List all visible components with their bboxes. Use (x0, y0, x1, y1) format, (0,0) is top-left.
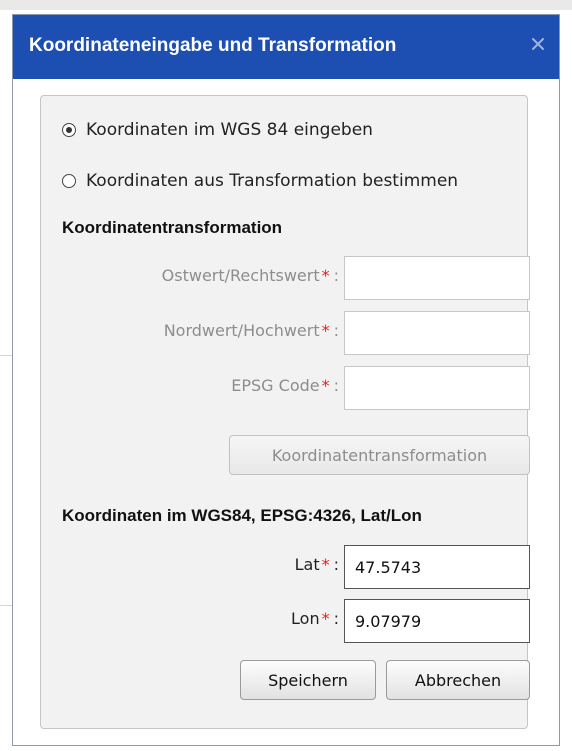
save-button[interactable]: Speichern (240, 660, 376, 700)
lon-label: Lon *: (291, 609, 339, 628)
ostwert-field-row: Ostwert/Rechtswert *: (41, 256, 530, 300)
lat-label: Lat *: (294, 555, 339, 574)
nordwert-label: Nordwert/Hochwert *: (163, 321, 339, 340)
required-marker: * (321, 266, 330, 285)
transformation-heading: Koordinatentransformation (62, 218, 283, 237)
required-marker: * (321, 376, 330, 395)
close-button[interactable] (527, 33, 549, 55)
epsg-label: EPSG Code *: (231, 376, 339, 395)
radio-wgs84-input[interactable]: Koordinaten im WGS 84 eingeben (62, 120, 373, 140)
wgs84-heading: Koordinaten im WGS84, EPSG:4326, Lat/Lon (62, 506, 422, 525)
lat-input[interactable] (344, 545, 530, 589)
lon-input[interactable] (344, 599, 530, 643)
lon-field-row: Lon *: (41, 599, 530, 643)
transformation-dialog: Koordinateneingabe und Transformation Ko… (12, 14, 560, 746)
radio-dot-icon (66, 127, 72, 133)
nordwert-input[interactable] (344, 311, 530, 355)
radio-button-selected[interactable] (62, 123, 76, 137)
background-strip (0, 0, 572, 10)
required-marker: * (321, 555, 330, 574)
dialog-titlebar[interactable]: Koordinateneingabe und Transformation (13, 15, 559, 79)
epsg-field-row: EPSG Code *: (41, 366, 530, 410)
lat-field-row: Lat *: (41, 545, 530, 589)
radio-transformation-label: Koordinaten aus Transformation bestimmen (86, 171, 459, 191)
close-icon (532, 38, 544, 50)
radio-button[interactable] (62, 174, 76, 188)
form-panel: Koordinaten im WGS 84 eingeben Koordinat… (40, 95, 530, 729)
dialog-title: Koordinateneingabe und Transformation (29, 35, 397, 56)
radio-transformation-input[interactable]: Koordinaten aus Transformation bestimmen (62, 171, 458, 191)
required-marker: * (321, 609, 330, 628)
ostwert-input[interactable] (344, 256, 530, 300)
transform-button[interactable]: Koordinatentransformation (229, 435, 530, 475)
epsg-code-input[interactable] (344, 366, 530, 410)
required-marker: * (321, 321, 330, 340)
nordwert-field-row: Nordwert/Hochwert *: (41, 311, 530, 355)
radio-wgs84-label: Koordinaten im WGS 84 eingeben (86, 120, 373, 140)
cancel-button[interactable]: Abbrechen (386, 660, 530, 700)
ostwert-label: Ostwert/Rechtswert *: (161, 266, 339, 285)
